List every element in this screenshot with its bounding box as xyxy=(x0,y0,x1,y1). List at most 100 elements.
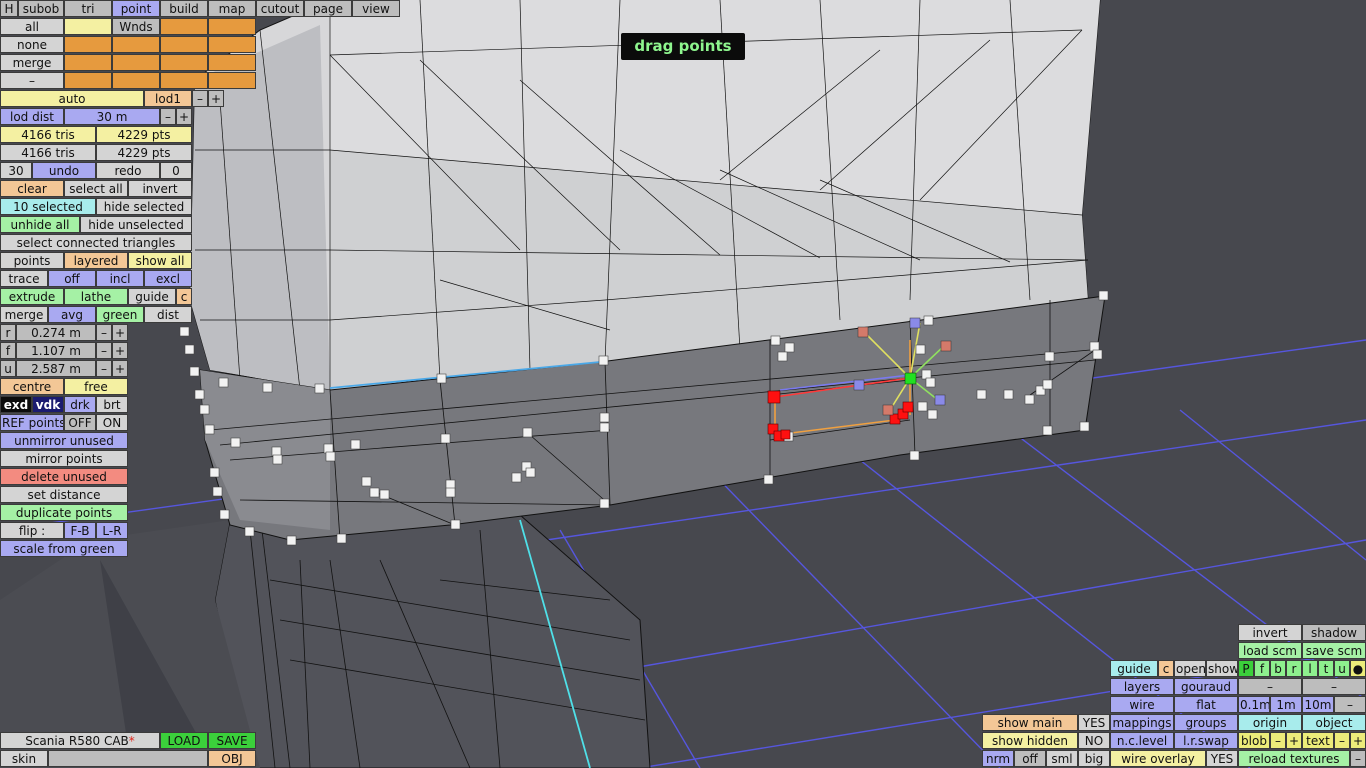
layer-dash-button-2[interactable]: – xyxy=(1302,678,1366,695)
flip-fb-button[interactable]: F-B xyxy=(64,522,96,539)
coord-f-plus-button[interactable]: + xyxy=(112,342,128,359)
mirror-points-button[interactable]: mirror points xyxy=(0,450,128,467)
merge-dist-button[interactable]: dist xyxy=(144,306,192,323)
groups-button[interactable]: groups xyxy=(1174,714,1238,731)
wire-button[interactable]: wire xyxy=(1110,696,1174,713)
scale-from-green-button[interactable]: scale from green xyxy=(0,540,128,557)
axis-r-toggle[interactable]: r xyxy=(1286,660,1302,677)
wire-overlay-button[interactable]: wire overlay xyxy=(1110,750,1206,767)
axis-l-toggle[interactable]: l xyxy=(1302,660,1318,677)
reload-textures-minus-button[interactable]: – xyxy=(1350,750,1366,767)
selection-dash-button[interactable]: – xyxy=(0,72,64,89)
grid-1m-button[interactable]: 1m xyxy=(1270,696,1302,713)
invert-view-button[interactable]: invert xyxy=(1238,624,1302,641)
blob-minus-button[interactable]: – xyxy=(1270,732,1286,749)
swatch-cell[interactable] xyxy=(112,36,160,53)
merge-avg-button[interactable]: avg xyxy=(48,306,96,323)
free-button[interactable]: free xyxy=(64,378,128,395)
coord-u-minus-button[interactable]: – xyxy=(96,360,112,377)
dot-toggle[interactable]: ● xyxy=(1350,660,1366,677)
show-hidden-button[interactable]: show hidden xyxy=(982,732,1078,749)
brt-button[interactable]: brt xyxy=(96,396,128,413)
lathe-button[interactable]: lathe xyxy=(64,288,128,305)
lod-level[interactable]: lod1 xyxy=(144,90,192,107)
save-button[interactable]: SAVE xyxy=(208,732,256,749)
coord-r-plus-button[interactable]: + xyxy=(112,324,128,341)
layers-button[interactable]: layers xyxy=(1110,678,1174,695)
origin-button[interactable]: origin xyxy=(1238,714,1302,731)
load-scm-button[interactable]: load scm xyxy=(1238,642,1302,659)
file-name[interactable]: Scania R580 CAB* xyxy=(0,732,160,749)
lod-dist-minus-button[interactable]: – xyxy=(160,108,176,125)
layered-button[interactable]: layered xyxy=(64,252,128,269)
guide-view-button[interactable]: guide xyxy=(1110,660,1158,677)
clear-button[interactable]: clear xyxy=(0,180,64,197)
select-all-button[interactable]: all xyxy=(0,18,64,35)
tab-map[interactable]: map xyxy=(208,0,256,17)
drk-button[interactable]: drk xyxy=(64,396,96,413)
text-button[interactable]: text xyxy=(1302,732,1334,749)
coord-r-value[interactable]: 0.274 m xyxy=(16,324,96,341)
object-button[interactable]: object xyxy=(1302,714,1366,731)
merge-green-button[interactable]: green xyxy=(96,306,144,323)
coord-f-value[interactable]: 1.107 m xyxy=(16,342,96,359)
axis-t-toggle[interactable]: t xyxy=(1318,660,1334,677)
3d-viewport[interactable] xyxy=(0,0,1366,768)
tab-tri[interactable]: tri xyxy=(64,0,112,17)
trace-incl-button[interactable]: incl xyxy=(96,270,144,287)
trace-off-button[interactable]: off xyxy=(48,270,96,287)
show-hidden-no[interactable]: NO xyxy=(1078,732,1110,749)
open-button[interactable]: open xyxy=(1174,660,1206,677)
grid-01m-button[interactable]: 0.1m xyxy=(1238,696,1270,713)
exd-button[interactable]: exd xyxy=(0,396,32,413)
hide-unselected-button[interactable]: hide unselected xyxy=(80,216,192,233)
swatch-cell[interactable] xyxy=(112,72,160,89)
wnds-button[interactable]: Wnds xyxy=(112,18,160,35)
blob-plus-button[interactable]: + xyxy=(1286,732,1302,749)
unmirror-unused-button[interactable]: unmirror unused xyxy=(0,432,128,449)
nrm-big-button[interactable]: big xyxy=(1078,750,1110,767)
load-button[interactable]: LOAD xyxy=(160,732,208,749)
unhide-all-button[interactable]: unhide all xyxy=(0,216,80,233)
blob-button[interactable]: blob xyxy=(1238,732,1270,749)
lod-plus-button[interactable]: + xyxy=(208,90,224,107)
guide-button[interactable]: guide xyxy=(128,288,176,305)
tab-cutout[interactable]: cutout xyxy=(256,0,304,17)
skin-field[interactable] xyxy=(48,750,208,767)
tab-subob[interactable]: subob xyxy=(18,0,64,17)
guide-c-button[interactable]: c xyxy=(176,288,192,305)
swatch-cell[interactable] xyxy=(64,72,112,89)
swatch-cell[interactable] xyxy=(208,36,256,53)
swatch-cell[interactable] xyxy=(64,54,112,71)
lr-swap-button[interactable]: l.r.swap xyxy=(1174,732,1238,749)
tab-view[interactable]: view xyxy=(352,0,400,17)
centre-button[interactable]: centre xyxy=(0,378,64,395)
delete-unused-button[interactable]: delete unused xyxy=(0,468,128,485)
axis-f-toggle[interactable]: f xyxy=(1254,660,1270,677)
text-plus-button[interactable]: + xyxy=(1350,732,1366,749)
trace-button[interactable]: trace xyxy=(0,270,48,287)
select-none-button[interactable]: none xyxy=(0,36,64,53)
axis-b-toggle[interactable]: b xyxy=(1270,660,1286,677)
nrm-off-button[interactable]: off xyxy=(1014,750,1046,767)
hide-selected-button[interactable]: hide selected xyxy=(96,198,192,215)
save-scm-button[interactable]: save scm xyxy=(1302,642,1366,659)
swatch-cell[interactable] xyxy=(64,36,112,53)
trace-excl-button[interactable]: excl xyxy=(144,270,192,287)
ref-off-button[interactable]: OFF xyxy=(64,414,96,431)
tab-page[interactable]: page xyxy=(304,0,352,17)
layer-dash-button[interactable]: – xyxy=(1238,678,1302,695)
coord-u-plus-button[interactable]: + xyxy=(112,360,128,377)
swatch-cell[interactable] xyxy=(160,18,208,35)
swatch-cell[interactable] xyxy=(64,18,112,35)
flat-button[interactable]: flat xyxy=(1174,696,1238,713)
guide-view-c-button[interactable]: c xyxy=(1158,660,1174,677)
lod-dist-value[interactable]: 30 m xyxy=(64,108,160,125)
show-main-button[interactable]: show main xyxy=(982,714,1078,731)
grid-minus-button[interactable]: – xyxy=(1334,696,1366,713)
gouraud-button[interactable]: gouraud xyxy=(1174,678,1238,695)
invert-selection-button[interactable]: invert xyxy=(128,180,192,197)
tab-h[interactable]: H xyxy=(0,0,18,17)
axis-p-toggle[interactable]: P xyxy=(1238,660,1254,677)
tab-point[interactable]: point xyxy=(112,0,160,17)
